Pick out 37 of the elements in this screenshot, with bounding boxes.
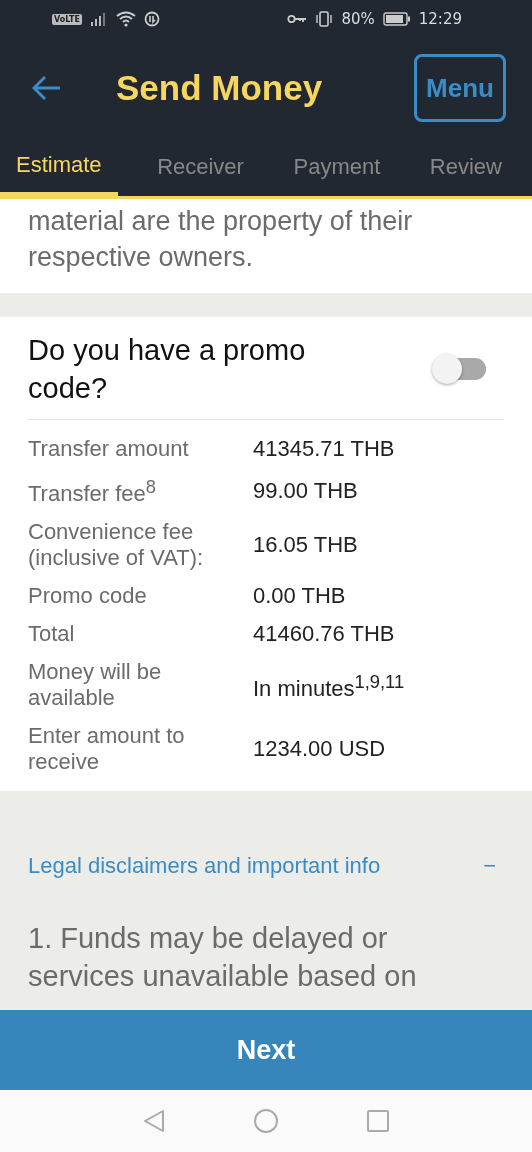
signal-icon (89, 12, 108, 26)
step-tab[interactable]: Receiver (147, 138, 254, 196)
intro-text: material are the property of their respective owners. (28, 205, 414, 274)
summary-label: Transfer amount (28, 436, 190, 462)
summary-label: Total (28, 621, 76, 648)
back-arrow-icon[interactable] (32, 75, 62, 101)
summary-value: 41345.71 THB (253, 436, 396, 462)
legal-disclaimers-toggle[interactable]: Legal disclaimers and important info − (28, 843, 504, 890)
clock: 12:29 (418, 10, 462, 28)
summary-label: Transfer fee$^{8}$ (28, 475, 157, 508)
page-title: Send Money (116, 68, 324, 108)
recents-nav-icon[interactable] (367, 1110, 389, 1132)
back-nav-icon[interactable] (143, 1109, 165, 1133)
promo-question: Do you have a promo code? (28, 333, 307, 406)
battery-percent: 80% (341, 10, 375, 28)
summary-value: 99.00 THB (253, 477, 359, 504)
battery-icon (382, 12, 411, 26)
volte-badge: VoLTE (52, 13, 82, 25)
summary-value: 0.00 THB (253, 583, 347, 610)
next-button[interactable]: Next (0, 1010, 532, 1090)
summary-value: 1234.00 USD (253, 736, 387, 763)
summary-label: Money will be available (28, 659, 163, 712)
summary-label: Convenience fee (inclusive of VAT): (28, 519, 205, 572)
vibrate-icon (315, 11, 334, 27)
disclaimer-text: 1. Funds may be delayed or services unavailable based on (28, 921, 418, 995)
menu-button[interactable]: Menu (414, 54, 506, 122)
summary-value: 16.05 THB (253, 532, 359, 559)
data-saver-icon (143, 11, 160, 27)
step-tab[interactable]: Review (419, 138, 512, 196)
home-nav-icon[interactable] (253, 1108, 279, 1134)
wifi-icon (115, 11, 136, 27)
summary-label: Promo code (28, 583, 148, 610)
summary-value: 41460.76 THB (253, 621, 396, 648)
key-icon (287, 14, 308, 24)
summary-label: Enter amount to receive (28, 723, 186, 776)
step-tab[interactable]: Payment (283, 138, 391, 196)
summary-value: In minutes$^{1,9,11}$ (253, 669, 406, 702)
